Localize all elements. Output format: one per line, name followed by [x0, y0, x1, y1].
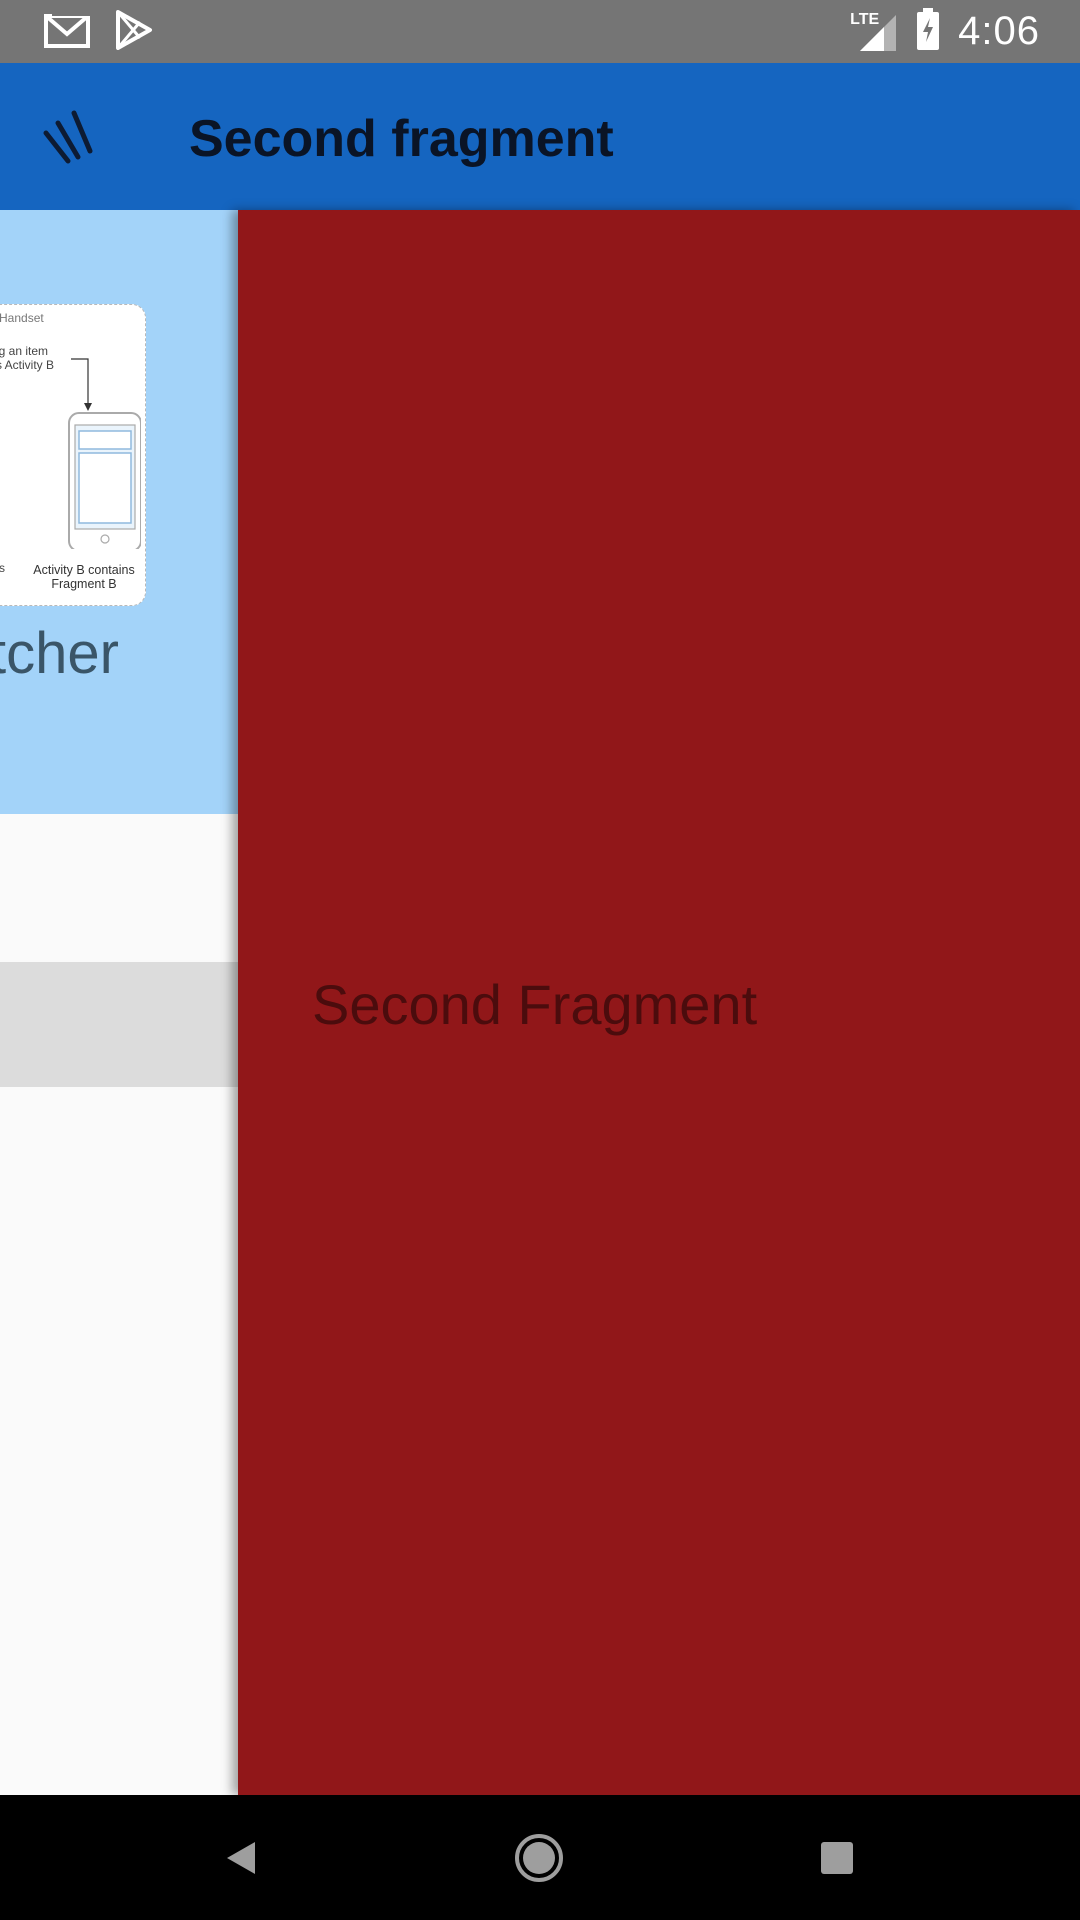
- system-icons: LTE 4:06: [850, 8, 1040, 55]
- lte-signal-icon: LTE: [850, 11, 898, 53]
- phone-illustration-icon: [31, 349, 142, 552]
- illustration-card: Handset ting an item s Activity B s Acti…: [0, 304, 146, 606]
- hero-title: tcher: [0, 621, 119, 686]
- drawer-menu-icon[interactable]: [38, 103, 108, 173]
- clock: 4:06: [958, 9, 1040, 53]
- fragment-label: Second Fragment: [312, 973, 758, 1036]
- notification-icons: [44, 10, 154, 55]
- gmail-icon: [44, 10, 92, 55]
- illustration-text: s: [0, 561, 5, 575]
- navigation-bar: [0, 1795, 1080, 1920]
- list-item[interactable]: [0, 962, 240, 1087]
- device-label: Handset: [0, 311, 44, 325]
- second-fragment: Second Fragment: [238, 210, 1080, 1795]
- status-bar: LTE 4:06: [0, 0, 1080, 63]
- recents-icon[interactable]: [777, 1795, 897, 1920]
- back-icon[interactable]: [181, 1795, 301, 1920]
- left-panel: Handset ting an item s Activity B s Acti…: [0, 210, 240, 1795]
- app-bar: Second fragment: [0, 63, 1080, 210]
- page-title: Second fragment: [189, 110, 614, 168]
- home-icon[interactable]: [479, 1795, 599, 1920]
- illustration-caption: Fragment B: [51, 577, 117, 591]
- illustration-caption: Activity B contains: [33, 563, 135, 577]
- play-store-icon: [114, 10, 154, 55]
- battery-charging-icon: [916, 8, 940, 55]
- hero-banner: Handset ting an item s Activity B s Acti…: [0, 210, 240, 814]
